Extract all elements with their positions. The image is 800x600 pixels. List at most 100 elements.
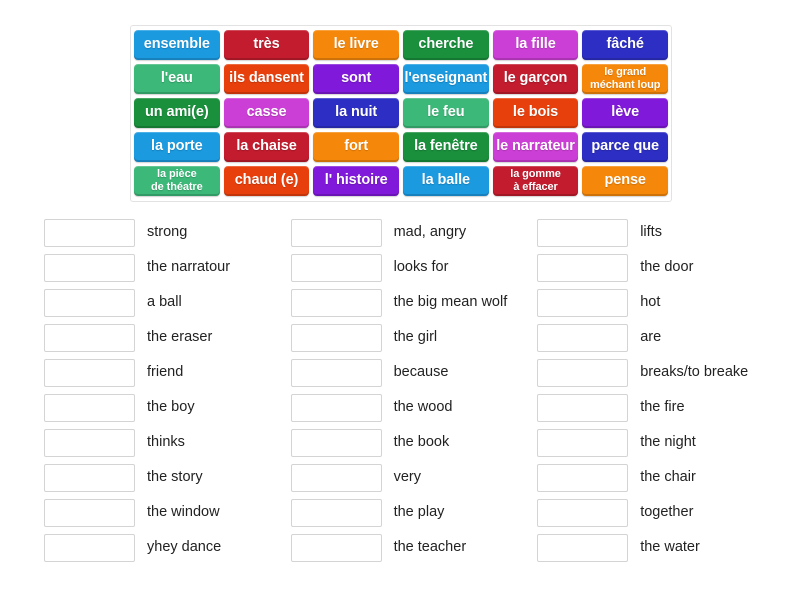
drop-slot[interactable] (290, 498, 382, 527)
word-tile[interactable]: lève (582, 98, 669, 128)
word-tile[interactable]: l' histoire (313, 166, 400, 196)
word-tile[interactable]: le feu (403, 98, 489, 128)
drop-slot[interactable] (290, 253, 382, 282)
answer-label: the narratour (147, 259, 231, 276)
answer-row: lifts (537, 215, 784, 250)
word-tile[interactable]: la fenêtre (403, 132, 489, 162)
answer-column: mad, angry looks for the big mean wolf the … (290, 215, 538, 565)
word-tile[interactable]: la porte (134, 132, 220, 162)
word-tile[interactable]: un ami(e) (134, 98, 220, 128)
word-tile[interactable]: sont (313, 64, 400, 94)
drop-slot[interactable] (537, 358, 629, 387)
word-tile[interactable]: l'eau (134, 64, 220, 94)
drop-slot[interactable] (44, 498, 135, 527)
answer-label: the girl (393, 329, 438, 346)
word-tile[interactable]: la chaise (223, 132, 310, 162)
word-tile[interactable]: très (223, 30, 310, 60)
drop-slot[interactable] (537, 498, 629, 527)
word-tile[interactable]: chaud (e) (223, 166, 310, 196)
answer-row: breaks/to breake (537, 355, 784, 390)
answer-label: thinks (147, 434, 185, 451)
answer-label: lifts (640, 224, 662, 241)
drop-slot[interactable] (44, 358, 135, 387)
word-tile[interactable]: le narrateur (492, 132, 579, 162)
drop-slot[interactable] (44, 463, 135, 492)
answer-label: the story (147, 469, 203, 486)
answer-row: strong (44, 215, 291, 250)
word-tile[interactable]: la fille (492, 30, 579, 60)
tile-row: l'eau ils dansent sont l'enseignant le garço… (134, 64, 669, 94)
answer-label: looks for (393, 259, 449, 276)
answer-row: the door (537, 250, 784, 285)
drop-slot[interactable] (44, 533, 135, 562)
drop-slot[interactable] (537, 393, 629, 422)
drop-slot[interactable] (537, 428, 629, 457)
drop-slot[interactable] (290, 323, 382, 352)
word-tile[interactable]: parce que (582, 132, 669, 162)
word-tile[interactable]: la balle (403, 166, 489, 196)
answer-label: the book (393, 434, 450, 451)
answer-row: hot (537, 285, 784, 320)
word-tile[interactable]: casse (223, 98, 310, 128)
drop-slot[interactable] (290, 428, 382, 457)
tile-row: la pièce de théatre chaud (e) l' histoire l… (134, 166, 669, 196)
drop-slot[interactable] (290, 533, 382, 562)
answer-label: the chair (640, 469, 696, 486)
drop-slot[interactable] (537, 218, 629, 247)
word-tile[interactable]: la nuit (313, 98, 400, 128)
answer-label: the eraser (147, 329, 213, 346)
drop-slot[interactable] (537, 533, 629, 562)
drop-slot[interactable] (44, 253, 135, 282)
word-tile[interactable]: fâché (582, 30, 669, 60)
word-tile[interactable]: fort (313, 132, 400, 162)
word-tile[interactable]: pense (582, 166, 669, 196)
word-tile[interactable]: le grand méchant loup (582, 64, 669, 94)
answer-label: the big mean wolf (393, 294, 508, 311)
drop-slot[interactable] (290, 358, 382, 387)
word-tile[interactable]: le garçon (492, 64, 579, 94)
word-tile[interactable]: la gomme à effacer (492, 166, 579, 196)
answer-row: friend (44, 355, 291, 390)
word-tile[interactable]: ils dansent (223, 64, 310, 94)
drop-slot[interactable] (290, 218, 382, 247)
answer-label: the window (147, 504, 220, 521)
word-tile[interactable]: ensemble (134, 30, 220, 60)
drop-slot[interactable] (537, 288, 629, 317)
drop-slot[interactable] (537, 463, 629, 492)
answer-row: the wood (290, 390, 538, 425)
tile-row: ensemble très le livre cherche la fille fâché (134, 30, 669, 60)
answer-label: the water (640, 539, 700, 556)
answer-row: the story (44, 460, 291, 495)
answer-row: the narratour (44, 250, 291, 285)
answer-row: mad, angry (290, 215, 538, 250)
answer-list: strong the narratour a ball the eraser frien… (44, 215, 784, 565)
answer-label: are (640, 329, 662, 346)
answer-row: the girl (290, 320, 538, 355)
drop-slot[interactable] (290, 463, 382, 492)
answer-label: the play (393, 504, 445, 521)
word-tile[interactable]: le livre (313, 30, 400, 60)
drop-slot[interactable] (44, 288, 135, 317)
word-tile[interactable]: le bois (492, 98, 579, 128)
drop-slot[interactable] (537, 253, 629, 282)
drop-slot[interactable] (44, 428, 135, 457)
answer-row: yhey dance (44, 530, 291, 565)
answer-row: the window (44, 495, 291, 530)
word-tile[interactable]: l'enseignant (403, 64, 489, 94)
drop-slot[interactable] (44, 323, 135, 352)
answer-label: the door (640, 259, 694, 276)
drop-slot[interactable] (44, 393, 135, 422)
word-tile[interactable]: cherche (403, 30, 489, 60)
answer-label: a ball (147, 294, 182, 311)
drop-slot[interactable] (290, 393, 382, 422)
answer-row: thinks (44, 425, 291, 460)
answer-row: very (290, 460, 538, 495)
answer-row: the chair (537, 460, 784, 495)
answer-label: the wood (393, 399, 453, 416)
answer-row: the play (290, 495, 538, 530)
tile-bank: ensemble très le livre cherche la fille fâché… (130, 25, 672, 202)
word-tile[interactable]: la pièce de théatre (134, 166, 220, 196)
drop-slot[interactable] (537, 323, 629, 352)
drop-slot[interactable] (44, 218, 135, 247)
drop-slot[interactable] (290, 288, 382, 317)
